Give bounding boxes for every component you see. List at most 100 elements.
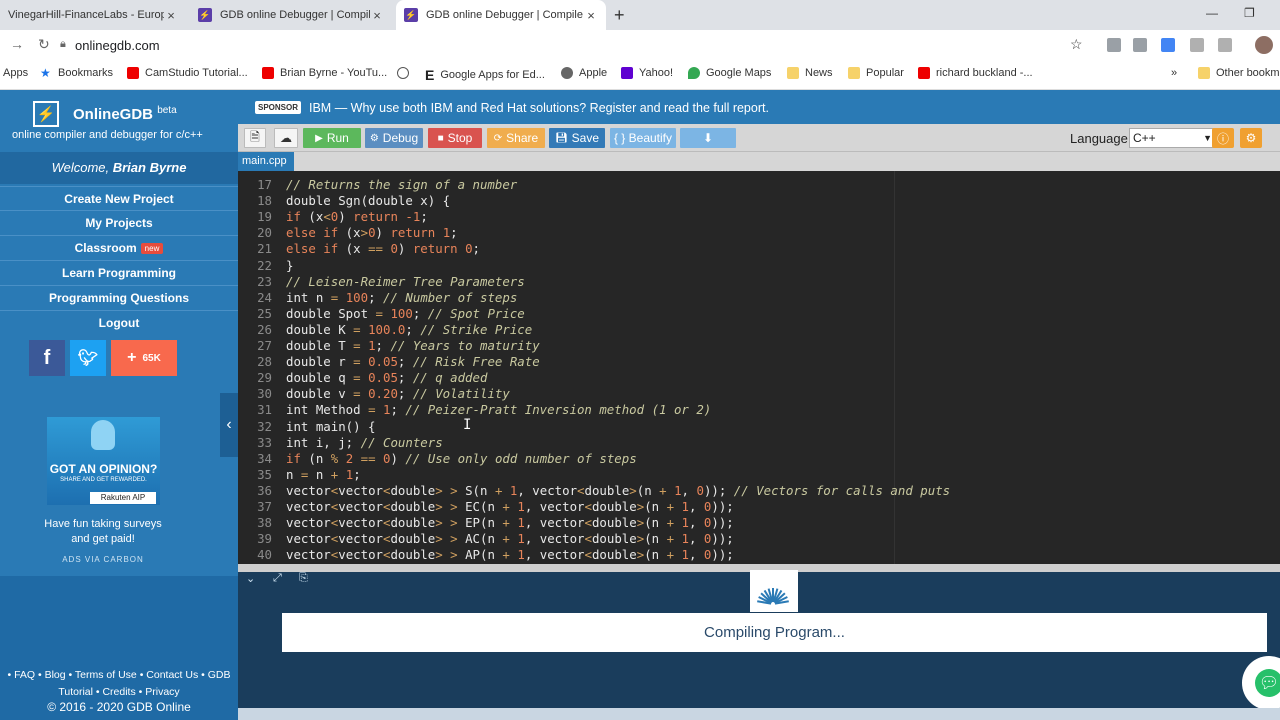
run-button[interactable]: ▶ Run xyxy=(303,128,361,148)
close-icon[interactable]: × xyxy=(370,8,384,23)
facebook-icon[interactable]: f xyxy=(29,340,65,376)
youtube-icon xyxy=(127,67,139,79)
gdb-favicon-icon: ⚡ xyxy=(198,8,212,22)
code-line[interactable]: double q = 0.05; // q added xyxy=(286,370,487,385)
menu-logout[interactable]: Logout xyxy=(0,310,238,334)
bookmark-apps[interactable]: Apps xyxy=(3,67,28,79)
save-button[interactable]: 💾︎ Save xyxy=(549,128,605,148)
lock-icon[interactable]: 🔒︎ xyxy=(60,38,66,51)
bookmark-item[interactable]: News xyxy=(787,67,833,79)
folder-icon xyxy=(1198,67,1210,79)
browser-tab-active[interactable]: ⚡ GDB online Debugger | Compile × xyxy=(396,0,606,30)
bookmark-item[interactable] xyxy=(397,67,415,79)
code-line[interactable]: vector<vector<double> > EC(n + 1, vector… xyxy=(286,499,734,514)
bookmark-item[interactable]: Google Maps xyxy=(688,67,771,79)
code-line[interactable]: double T = 1; // Years to maturity xyxy=(286,338,540,353)
code-line[interactable]: double K = 100.0; // Strike Price xyxy=(286,322,532,337)
code-line[interactable]: int i, j; // Counters xyxy=(286,435,443,450)
clear-console-icon[interactable]: ⎘ xyxy=(299,572,308,585)
bookmark-item[interactable]: ★ Bookmarks xyxy=(40,67,113,79)
bookmarks-overflow[interactable]: » xyxy=(1171,67,1177,79)
code-line[interactable]: double r = 0.05; // Risk Free Rate xyxy=(286,354,540,369)
upload-icon[interactable]: ☁︎ xyxy=(274,128,298,148)
beautify-button[interactable]: { } Beautify xyxy=(610,128,676,148)
bookmark-item[interactable]: CamStudio Tutorial... xyxy=(127,67,248,79)
code-line[interactable]: int Method = 1; // Peizer-Pratt Inversio… xyxy=(286,402,711,417)
menu-learn-programming[interactable]: Learn Programming xyxy=(0,260,238,284)
menu-my-projects[interactable]: My Projects xyxy=(0,210,238,234)
ad-text[interactable]: Have fun taking surveys and get paid! xyxy=(0,517,206,547)
browser-tab-title: GDB online Debugger | Compile xyxy=(426,9,583,21)
menu-create-project[interactable]: Create New Project xyxy=(0,186,238,210)
bookmark-item[interactable]: Apple xyxy=(561,67,607,79)
sponsor-bar[interactable]: SPONSOR IBM — Why use both IBM and Red H… xyxy=(238,90,1280,124)
code-line[interactable]: if (n % 2 == 0) // Use only odd number o… xyxy=(286,451,637,466)
bookmark-item[interactable]: Yahoo! xyxy=(621,67,673,79)
debug-button[interactable]: ⚙︎ Debug xyxy=(365,128,423,148)
code-line[interactable]: else if (x>0) return 1; xyxy=(286,225,458,240)
sponsor-text[interactable]: IBM — Why use both IBM and Red Hat solut… xyxy=(309,101,769,115)
extension-icon[interactable] xyxy=(1133,38,1147,52)
youtube-icon xyxy=(918,67,930,79)
code-line[interactable]: vector<vector<double> > AC(n + 1, vector… xyxy=(286,531,734,546)
code-line[interactable]: double Spot = 100; // Spot Price xyxy=(286,306,525,321)
chevron-down-icon[interactable]: ⌄ xyxy=(246,572,255,585)
download-icon[interactable]: ⬇ xyxy=(680,128,736,148)
close-icon[interactable]: × xyxy=(164,8,178,23)
gear-icon[interactable]: ⚙ xyxy=(1240,128,1262,148)
expand-icon[interactable]: ⤢ xyxy=(273,572,282,585)
ads-via-carbon[interactable]: ADS VIA CARBON xyxy=(0,555,206,564)
avatar[interactable] xyxy=(1255,36,1273,54)
lightbulb-icon xyxy=(91,420,115,450)
code-line[interactable]: n = n + 1; xyxy=(286,467,361,482)
code-line[interactable]: int n = 100; // Number of steps xyxy=(286,290,517,305)
stop-button[interactable]: ■ Stop xyxy=(428,128,482,148)
code-line[interactable]: } xyxy=(286,258,293,273)
code-line[interactable]: vector<vector<double> > AP(n + 1, vector… xyxy=(286,547,734,562)
reload-icon[interactable]: ↻ xyxy=(38,36,50,53)
ad-banner[interactable]: GOT AN OPINION? SHARE AND GET REWARDED. … xyxy=(47,417,160,505)
extension-icon[interactable] xyxy=(1107,38,1121,52)
chat-button[interactable]: 💬︎ xyxy=(1242,656,1280,710)
share-count-button[interactable]: +65K xyxy=(111,340,177,376)
bookmark-other[interactable]: Other bookm xyxy=(1198,67,1280,79)
maximize-icon[interactable]: ❐ xyxy=(1244,6,1255,20)
url-field[interactable]: onlinegdb.com xyxy=(75,38,160,53)
menu-classroom[interactable]: Classroom new xyxy=(0,235,238,259)
language-select[interactable]: C++ ▼ xyxy=(1129,128,1217,148)
code-line[interactable]: int main() { xyxy=(286,419,376,434)
code-line[interactable]: double Sgn(double x) { xyxy=(286,193,450,208)
menu-programming-questions[interactable]: Programming Questions xyxy=(0,285,238,309)
browser-tab[interactable]: ⚡ GDB online Debugger | Compiler × xyxy=(190,0,392,30)
extension-icon[interactable] xyxy=(1218,38,1232,52)
line-number: 40 xyxy=(257,547,272,563)
minimize-icon[interactable]: — xyxy=(1206,6,1218,20)
bookmark-item[interactable]: Brian Byrne - YouTu... xyxy=(262,67,387,79)
star-icon[interactable]: ☆ xyxy=(1070,36,1083,53)
bookmark-item[interactable]: richard buckland -... xyxy=(918,67,1033,79)
bookmark-item[interactable]: Popular xyxy=(848,67,904,79)
translate-icon[interactable] xyxy=(1161,38,1175,52)
footer-links[interactable]: • FAQ • Blog • Terms of Use • Contact Us… xyxy=(0,667,238,701)
twitter-icon[interactable]: 🐦︎ xyxy=(70,340,106,376)
code-line[interactable]: vector<vector<double> > S(n + 1, vector<… xyxy=(286,483,950,498)
code-line[interactable]: double v = 0.20; // Volatility xyxy=(286,386,510,401)
collapse-sidebar-button[interactable]: ‹ xyxy=(220,393,238,457)
close-icon[interactable]: × xyxy=(584,8,598,23)
new-file-icon[interactable]: 🗎︎ xyxy=(244,128,266,148)
new-tab-icon[interactable]: + xyxy=(614,5,625,26)
back-icon[interactable]: → xyxy=(10,36,24,52)
share-button[interactable]: ⟳ Share xyxy=(487,128,545,148)
extension-icon[interactable] xyxy=(1190,38,1204,52)
code-line[interactable]: // Leisen-Reimer Tree Parameters xyxy=(286,274,525,289)
browser-tab[interactable]: VinegarHill-FinanceLabs - Europ × xyxy=(0,0,186,30)
code-line[interactable]: if (x<0) return -1; xyxy=(286,209,428,224)
code-editor[interactable]: 17 // Returns the sign of a number 18 doubl… xyxy=(238,171,1280,564)
file-tab-main[interactable]: main.cpp xyxy=(238,152,294,171)
info-icon[interactable]: ⓘ xyxy=(1212,128,1234,148)
line-number: 33 xyxy=(257,434,272,450)
code-line[interactable]: else if (x == 0) return 0; xyxy=(286,241,480,256)
code-line[interactable]: vector<vector<double> > EP(n + 1, vector… xyxy=(286,515,734,530)
code-line[interactable]: // Returns the sign of a number xyxy=(286,177,517,192)
bookmark-item[interactable]: E Google Apps for Ed... xyxy=(425,67,545,83)
